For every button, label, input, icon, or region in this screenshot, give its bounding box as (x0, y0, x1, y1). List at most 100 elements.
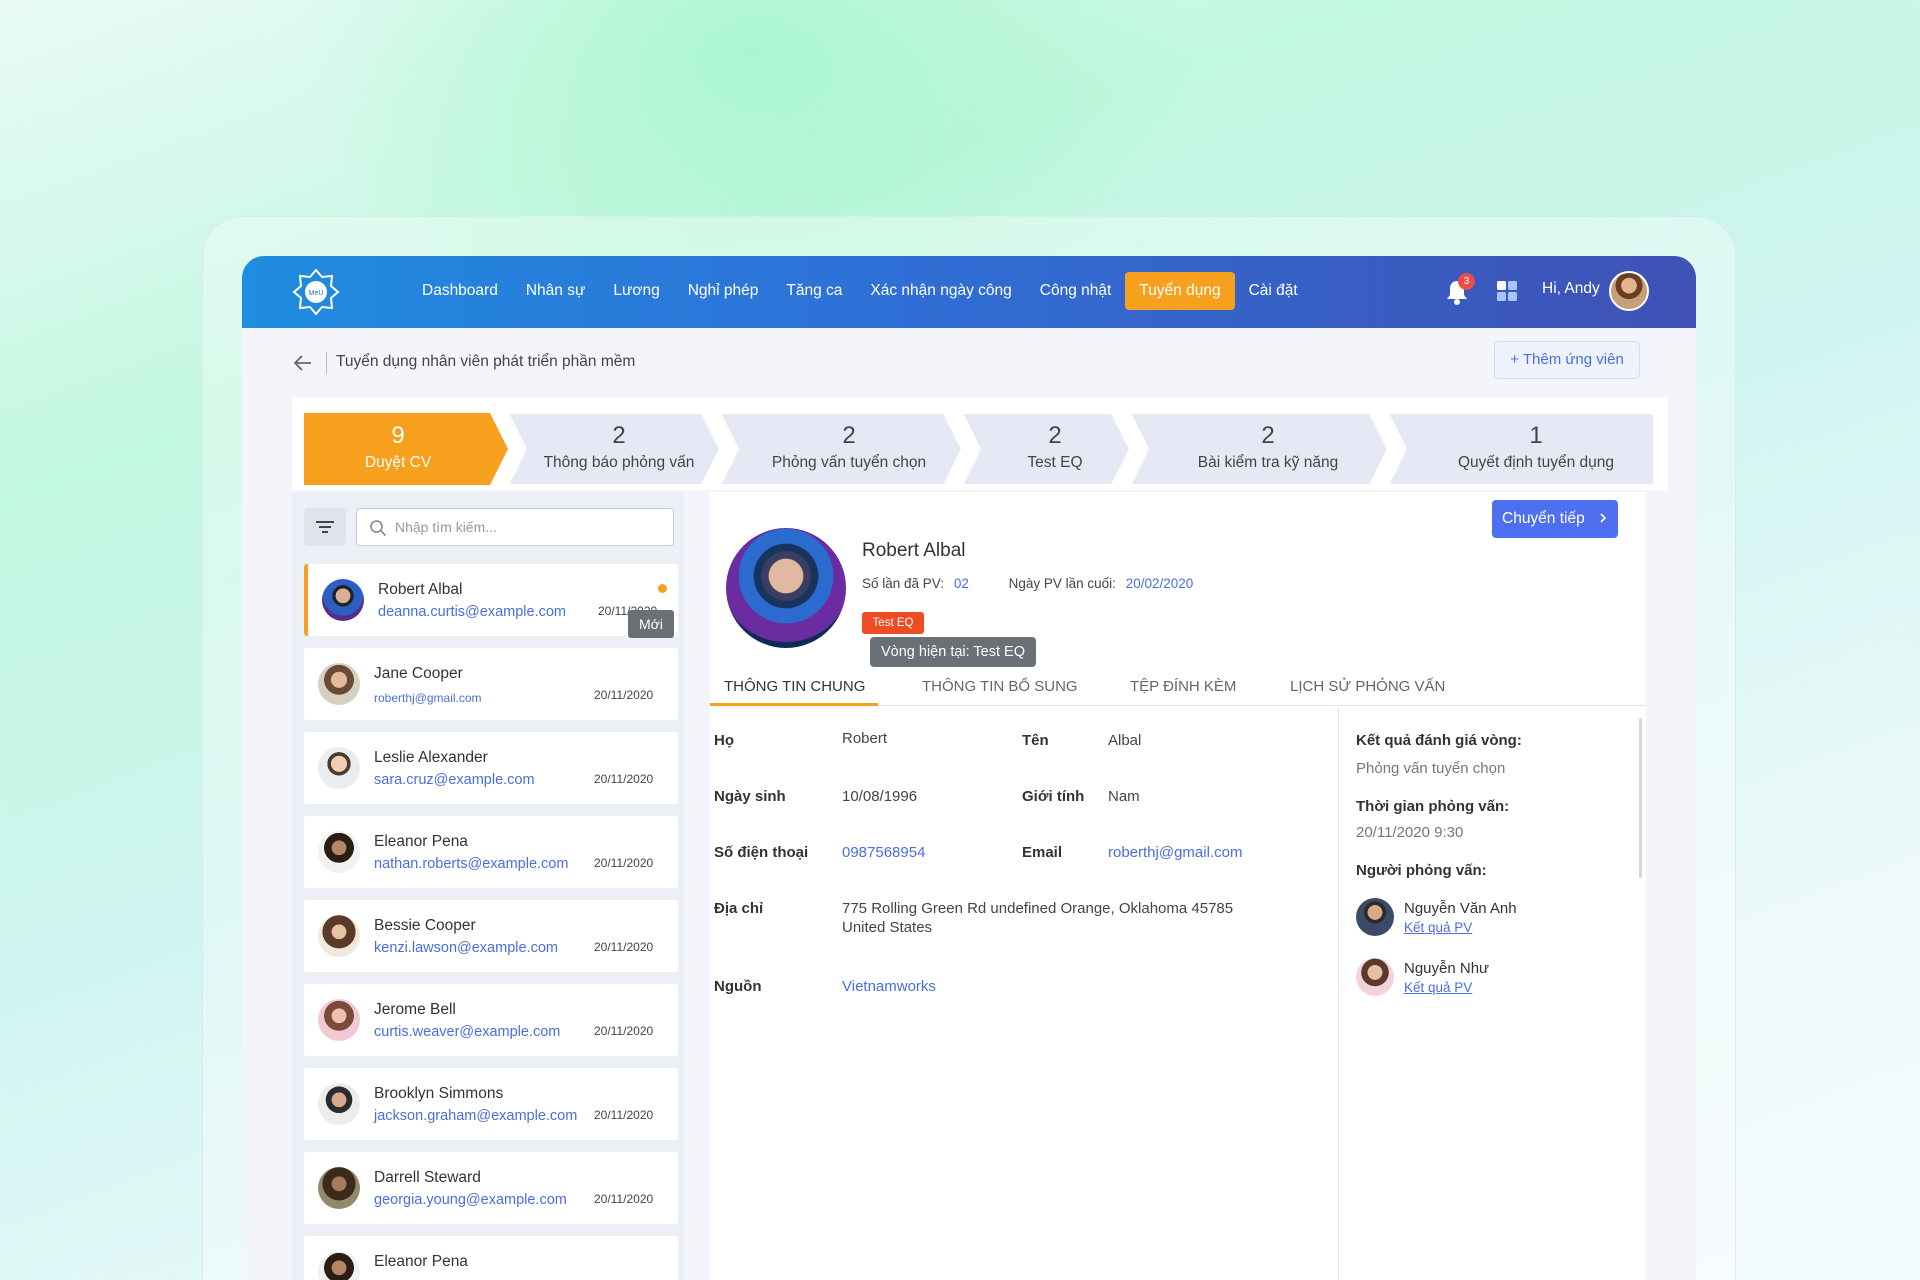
field-value-phone[interactable]: 0987568954 (842, 844, 925, 861)
field-value-email[interactable]: roberthj@gmail.com (1108, 844, 1242, 861)
interviews-count-label: Số lần đã PV: (862, 576, 945, 591)
candidate-name: Robert Albal (378, 581, 463, 598)
candidate-date: 20/11/2020 (594, 1024, 654, 1038)
stage-count: 9 (391, 422, 405, 449)
page-title: Tuyển dụng nhân viên phát triển phần mềm (336, 353, 636, 370)
stage-count: 2 (842, 422, 856, 449)
tab-tep-dinh-kem[interactable]: TỆP ĐÍNH KÈM (1130, 678, 1236, 695)
tab-thong-tin-chung[interactable]: THÔNG TIN CHUNG (724, 678, 865, 695)
stage-quyet-dinh-tuyen-dung[interactable]: 1 Quyết định tuyển dụng (1406, 413, 1666, 485)
interview-result-link[interactable]: Kết quả PV (1404, 920, 1472, 935)
candidate-card[interactable]: Jane Cooper roberthj@gmail.com 20/11/202… (304, 648, 678, 720)
candidate-name: Bessie Cooper (374, 917, 476, 934)
candidate-card[interactable]: Jerome Bell curtis.weaver@example.com 20… (304, 984, 678, 1056)
field-label-ho: Họ (714, 732, 734, 749)
candidate-card[interactable]: Leslie Alexander sara.cruz@example.com 2… (304, 732, 678, 804)
field-value-nguon[interactable]: Vietnamworks (842, 978, 936, 995)
candidate-card[interactable]: Brooklyn Simmons jackson.graham@example.… (304, 1068, 678, 1140)
nav-cong-nhat[interactable]: Công nhật (1026, 272, 1126, 310)
candidate-date: 20/11/2020 (594, 772, 654, 786)
stage-bai-kiem-tra-ky-nang[interactable]: 2 Bài kiểm tra kỹ năng (1148, 413, 1388, 485)
nav-luong[interactable]: Lương (599, 272, 673, 310)
candidate-card[interactable]: Darrell Steward georgia.young@example.co… (304, 1152, 678, 1224)
interviewer-name: Nguyễn Văn Anh (1404, 900, 1517, 917)
svg-text:MeU: MeU (309, 290, 324, 297)
apps-grid-icon[interactable] (1496, 280, 1518, 302)
field-value-gioi-tinh: Nam (1108, 788, 1140, 805)
candidate-avatar (318, 1251, 360, 1280)
field-value-ngay-sinh: 10/08/1996 (842, 788, 918, 805)
candidate-email[interactable]: nathan.roberts@example.com (374, 856, 568, 872)
next-stage-label: Chuyển tiếp (1502, 510, 1585, 527)
field-value-ten: Albal (1108, 732, 1142, 749)
tab-lich-su-phong-van[interactable]: LỊCH SỬ PHỎNG VẤN (1290, 678, 1445, 695)
add-candidate-button[interactable]: + Thêm ứng viên (1494, 341, 1640, 379)
stage-phong-van-tuyen-chon[interactable]: 2 Phỏng vấn tuyển chọn (738, 413, 960, 485)
add-candidate-label: Thêm ứng viên (1522, 351, 1624, 368)
candidate-email[interactable]: curtis.weaver@example.com (374, 1024, 560, 1040)
nav-cai-dat[interactable]: Cài đặt (1235, 272, 1312, 310)
stage-label: Thông báo phỏng vấn (543, 454, 695, 471)
stage-label: Test EQ (1027, 454, 1083, 471)
stage-count: 2 (1261, 422, 1275, 449)
field-label-nguon: Nguồn (714, 978, 762, 995)
user-greeting[interactable]: Hi, Andy (1542, 280, 1600, 298)
candidate-email[interactable]: roberthj@gmail.com (374, 691, 482, 705)
interviewer-avatar (1356, 958, 1394, 996)
nav-tang-ca[interactable]: Tăng ca (772, 272, 856, 310)
stage-label: Bài kiểm tra kỹ năng (1197, 454, 1339, 471)
filter-icon (316, 521, 334, 533)
profile-meta: Số lần đã PV: 02 Ngày PV lần cuối: 20/02… (862, 576, 1193, 591)
scrollbar[interactable] (1639, 718, 1642, 878)
candidate-avatar (318, 999, 360, 1041)
last-interview-value: 20/02/2020 (1125, 576, 1194, 591)
candidate-date: 20/11/2020 (594, 940, 654, 954)
nav-xac-nhan-ngay-cong[interactable]: Xác nhận ngày công (856, 272, 1025, 310)
candidate-email[interactable]: jackson.graham@example.com (374, 1108, 577, 1124)
field-label-phone: Số điện thoại (714, 844, 809, 861)
candidate-card[interactable]: Eleanor Pena nathan.roberts@example.com … (304, 816, 678, 888)
interview-result-link[interactable]: Kết quả PV (1404, 980, 1472, 995)
plus-icon: + (1510, 351, 1523, 368)
nav-nghi-phep[interactable]: Nghỉ phép (674, 272, 773, 310)
candidate-avatar (318, 1167, 360, 1209)
interview-time-label: Thời gian phỏng vấn: (1356, 798, 1510, 815)
nav-dashboard[interactable]: Dashboard (408, 272, 512, 310)
candidate-avatar (318, 831, 360, 873)
eval-round-value: Phỏng vấn tuyển chọn (1356, 760, 1506, 777)
stage-thong-bao-phong-van[interactable]: 2 Thông báo phỏng vấn (524, 413, 714, 485)
candidate-avatar (318, 1083, 360, 1125)
user-avatar[interactable] (1609, 271, 1649, 311)
stage-duyet-cv[interactable]: 9 Duyệt CV (304, 413, 492, 485)
candidate-card[interactable]: Robert Albal deanna.curtis@example.com 2… (304, 564, 678, 636)
nav-tuyen-dung[interactable]: Tuyển dụng (1125, 272, 1235, 310)
candidate-date: 20/11/2020 (594, 688, 654, 702)
candidate-email[interactable]: sara.cruz@example.com (374, 772, 535, 788)
current-round-tag[interactable]: Test EQ (862, 612, 924, 634)
candidate-list-panel: Nhập tìm kiếm... Robert Albal deanna.cur… (292, 492, 684, 1280)
candidate-email[interactable]: deanna.curtis@example.com (378, 604, 566, 620)
search-input[interactable]: Nhập tìm kiếm... (356, 508, 674, 546)
nav-nhan-su[interactable]: Nhân sự (512, 272, 600, 310)
filter-button[interactable] (304, 508, 346, 546)
company-logo[interactable]: MeU (292, 268, 340, 316)
candidate-name: Brooklyn Simmons (374, 1085, 504, 1102)
search-icon (370, 520, 387, 537)
last-interview-label: Ngày PV lần cuối: (1008, 576, 1116, 591)
active-tab-underline (710, 703, 878, 706)
next-stage-button[interactable]: Chuyển tiếp (1492, 500, 1618, 538)
main-nav: Dashboard Nhân sự Lương Nghỉ phép Tăng c… (408, 271, 1312, 311)
candidate-email[interactable]: kenzi.lawson@example.com (374, 940, 558, 956)
candidate-card[interactable]: Eleanor Pena (304, 1236, 678, 1280)
interviewer-avatar (1356, 898, 1394, 936)
tab-thong-tin-bo-sung[interactable]: THÔNG TIN BỔ SUNG (922, 678, 1078, 695)
profile-name: Robert Albal (862, 540, 966, 561)
field-value-address-line1: 775 Rolling Green Rd undefined Orange, O… (842, 900, 1234, 917)
field-label-ngay-sinh: Ngày sinh (714, 788, 786, 805)
stage-test-eq[interactable]: 2 Test EQ (980, 413, 1130, 485)
candidate-email[interactable]: georgia.young@example.com (374, 1192, 567, 1208)
candidate-card[interactable]: Bessie Cooper kenzi.lawson@example.com 2… (304, 900, 678, 972)
back-arrow-icon[interactable] (292, 352, 314, 374)
stage-label: Duyệt CV (364, 454, 432, 471)
candidate-avatar (318, 663, 360, 705)
